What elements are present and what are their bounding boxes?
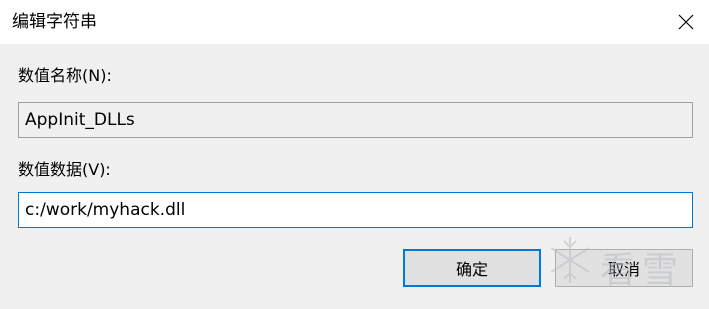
title-bar: 编辑字符串 <box>0 0 709 44</box>
value-name-label: 数值名称(N): <box>18 66 112 85</box>
close-icon <box>678 14 694 30</box>
value-name-text: AppInit_DLLs <box>25 110 135 130</box>
cancel-button[interactable]: 取消 <box>555 249 693 287</box>
value-data-input[interactable] <box>18 192 693 228</box>
dialog-title: 编辑字符串 <box>12 12 97 32</box>
dialog-body: 数值名称(N): AppInit_DLLs 数值数据(V): 确定 取消 看雪 <box>0 44 709 309</box>
value-name-field: AppInit_DLLs <box>18 102 693 138</box>
ok-button[interactable]: 确定 <box>403 249 541 287</box>
close-button[interactable] <box>663 0 709 44</box>
value-data-label: 数值数据(V): <box>18 160 111 179</box>
